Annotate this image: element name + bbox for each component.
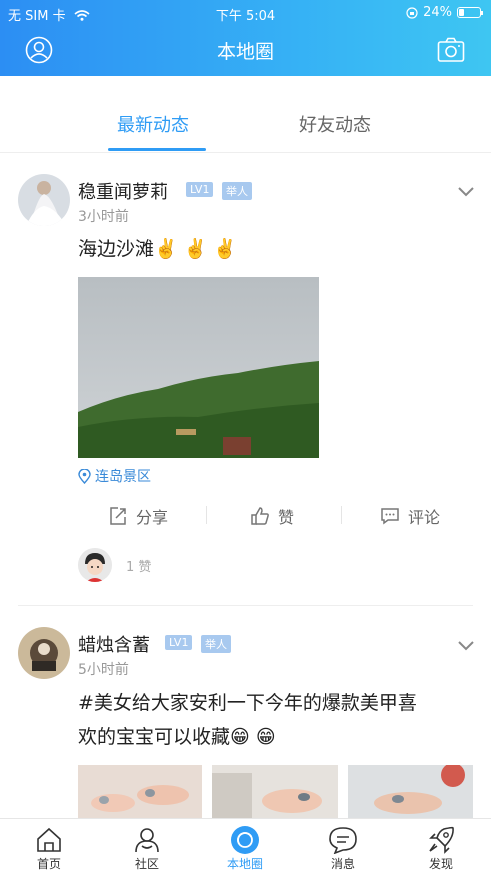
post-time: 5小时前 xyxy=(78,662,129,678)
post-photo[interactable] xyxy=(348,765,473,818)
avatar[interactable] xyxy=(18,627,70,679)
post-photo[interactable] xyxy=(78,765,202,818)
like-button[interactable]: 赞 xyxy=(250,504,294,528)
post-username[interactable]: 蜡烛含蓄 xyxy=(78,631,150,657)
tab-friends[interactable]: 好友动态 xyxy=(299,111,371,137)
tab-latest[interactable]: 最新动态 xyxy=(117,111,189,137)
tab-home[interactable]: 首页 xyxy=(9,825,89,872)
tab-local-circle[interactable]: 本地圈 xyxy=(205,825,285,872)
tab-discover[interactable]: 发现 xyxy=(401,825,481,872)
post-photo[interactable] xyxy=(212,765,338,818)
home-icon xyxy=(37,827,61,852)
local-circle-icon xyxy=(231,826,259,854)
location-label: 连岛景区 xyxy=(95,469,151,485)
post-text-line: 欢的宝宝可以收藏😁 😁 xyxy=(78,726,276,748)
report-badge[interactable]: 举人 xyxy=(222,182,252,200)
camera-button[interactable] xyxy=(437,36,465,64)
page-title: 本地圈 xyxy=(216,41,274,63)
likes-count: 1 赞 xyxy=(126,559,152,575)
message-icon xyxy=(329,827,357,854)
chevron-down-icon[interactable] xyxy=(457,640,475,652)
location-pin-icon xyxy=(78,468,91,484)
share-icon xyxy=(110,507,126,525)
level-badge: LV1 xyxy=(186,182,214,197)
post-text-line: #美女给大家安利一下今年的爆款美甲喜 xyxy=(78,692,417,714)
comment-button[interactable]: 评论 xyxy=(380,504,440,528)
divider xyxy=(206,506,207,524)
post-location[interactable]: 连岛景区 xyxy=(78,466,151,486)
status-bar: 无 SIM 卡 下午 5:04 24% xyxy=(0,0,491,26)
rocket-icon xyxy=(429,826,454,854)
post-divider xyxy=(18,605,473,606)
level-badge: LV1 xyxy=(165,635,193,650)
avatar[interactable] xyxy=(18,174,70,226)
post-time: 3小时前 xyxy=(78,209,129,225)
tab-messages[interactable]: 消息 xyxy=(303,825,383,872)
battery-status: 24% xyxy=(406,5,483,20)
post-username[interactable]: 稳重闻萝莉 xyxy=(78,178,168,204)
likes-summary: 1 赞 xyxy=(78,548,151,582)
app-header: 无 SIM 卡 下午 5:04 24% 本地圈 xyxy=(0,0,491,76)
post-actions: 分享 赞 评论 xyxy=(78,500,478,530)
liker-avatar[interactable] xyxy=(78,548,112,582)
bottom-tab-bar: 首页 社区 本地圈 消息 发现 xyxy=(0,818,491,877)
orientation-lock-icon xyxy=(406,6,418,19)
feed-tabs: 最新动态 好友动态 xyxy=(0,93,491,153)
comment-icon xyxy=(381,508,399,525)
community-icon xyxy=(135,828,159,853)
post-photo[interactable] xyxy=(78,277,319,458)
camera-icon xyxy=(437,37,465,62)
battery-percent: 24% xyxy=(423,5,452,20)
share-button[interactable]: 分享 xyxy=(108,504,168,528)
report-badge[interactable]: 举人 xyxy=(201,635,231,653)
battery-icon xyxy=(457,7,483,18)
tab-community[interactable]: 社区 xyxy=(107,825,187,872)
post-text: 海边沙滩✌️ ✌️ ✌️ xyxy=(78,238,238,260)
divider xyxy=(341,506,342,524)
active-tab-indicator xyxy=(108,148,206,151)
thumbs-up-icon xyxy=(251,507,269,525)
chevron-down-icon[interactable] xyxy=(457,186,475,198)
